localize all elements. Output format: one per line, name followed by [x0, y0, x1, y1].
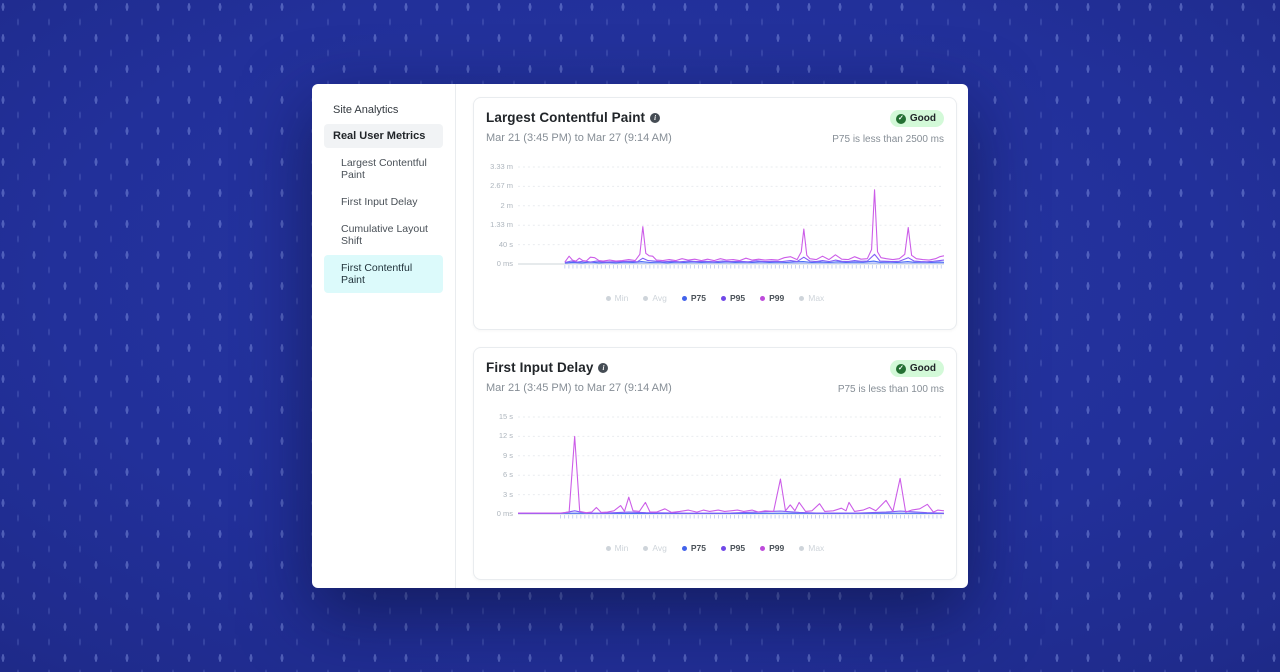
sidebar-item-real-user-metrics[interactable]: Real User Metrics — [324, 124, 443, 148]
legend-dot-icon — [606, 296, 611, 301]
legend-label: P75 — [691, 543, 706, 553]
card-title: Largest Contentful Paint — [486, 110, 645, 125]
card-title: First Input Delay — [486, 360, 593, 375]
legend-label: Avg — [652, 543, 667, 553]
info-icon[interactable]: i — [598, 363, 608, 373]
legend-label: Min — [615, 293, 629, 303]
y-axis-tick-label: 0 ms — [497, 509, 513, 518]
legend-dot-icon — [721, 296, 726, 301]
legend-dot-icon — [682, 546, 687, 551]
sidebar-item-first-input-delay[interactable]: First Input Delay — [324, 189, 443, 215]
series-line-p99 — [565, 190, 944, 262]
legend-label: Max — [808, 543, 824, 553]
legend-dot-icon — [643, 296, 648, 301]
y-axis-tick-label: 2 m — [500, 201, 513, 210]
legend-dot-icon — [760, 546, 765, 551]
sidebar-item-first-contentful-paint[interactable]: First Contentful Paint — [324, 255, 443, 293]
sidebar-section-title[interactable]: Site Analytics — [324, 98, 443, 124]
legend-label: P95 — [730, 293, 745, 303]
legend-item-avg[interactable]: Avg — [643, 543, 667, 553]
legend-dot-icon — [799, 296, 804, 301]
y-axis-labels: 0 ms3 s6 s9 s12 s15 s — [486, 416, 518, 521]
legend-label: P99 — [769, 293, 784, 303]
legend-item-p95[interactable]: P95 — [721, 293, 745, 303]
y-axis-labels: 0 ms40 s1.33 m2 m2.67 m3.33 m — [486, 166, 518, 271]
card-header: First Input Delay i Mar 21 (3:45 PM) to … — [486, 360, 944, 395]
legend-dot-icon — [799, 546, 804, 551]
sidebar-item-cumulative-layout-shift[interactable]: Cumulative Layout Shift — [324, 216, 443, 254]
legend-dot-icon — [760, 296, 765, 301]
legend-item-max[interactable]: Max — [799, 293, 824, 303]
status-badge: ✓ Good — [890, 110, 944, 127]
legend-label: P99 — [769, 543, 784, 553]
line-chart: 0 ms3 s6 s9 s12 s15 s — [486, 416, 944, 521]
card-header: Largest Contentful Paint i Mar 21 (3:45 … — [486, 110, 944, 145]
chart-legend: Min Avg P75 P95 P99 Max — [474, 293, 956, 303]
legend-item-p99[interactable]: P99 — [760, 543, 784, 553]
legend-item-min[interactable]: Min — [606, 543, 629, 553]
legend-item-p75[interactable]: P75 — [682, 293, 706, 303]
fid-chart-card: First Input Delay i Mar 21 (3:45 PM) to … — [473, 347, 957, 580]
date-range: Mar 21 (3:45 PM) to Mar 27 (9:14 AM) — [486, 382, 672, 394]
legend-item-max[interactable]: Max — [799, 543, 824, 553]
legend-label: Avg — [652, 293, 667, 303]
lcp-chart-card: Largest Contentful Paint i Mar 21 (3:45 … — [473, 97, 957, 330]
y-axis-tick-label: 3.33 m — [490, 162, 513, 171]
legend-label: P95 — [730, 543, 745, 553]
legend-dot-icon — [606, 546, 611, 551]
check-circle-icon: ✓ — [896, 114, 906, 124]
status-badge-label: Good — [910, 113, 936, 124]
y-axis-tick-label: 9 s — [503, 451, 513, 460]
y-axis-tick-label: 1.33 m — [490, 220, 513, 229]
chart-plot-area — [518, 166, 944, 271]
y-axis-tick-label: 3 s — [503, 490, 513, 499]
status-badge: ✓ Good — [890, 360, 944, 377]
legend-label: P75 — [691, 293, 706, 303]
y-axis-tick-label: 0 ms — [497, 259, 513, 268]
legend-item-p99[interactable]: P99 — [760, 293, 784, 303]
y-axis-tick-label: 12 s — [499, 431, 513, 440]
chart-legend: Min Avg P75 P95 P99 Max — [474, 543, 956, 553]
info-icon[interactable]: i — [650, 113, 660, 123]
y-axis-tick-label: 6 s — [503, 470, 513, 479]
y-axis-tick-label: 2.67 m — [490, 181, 513, 190]
legend-dot-icon — [682, 296, 687, 301]
check-circle-icon: ✓ — [896, 364, 906, 374]
sidebar: Site Analytics Real User Metrics Largest… — [312, 84, 456, 588]
legend-item-p75[interactable]: P75 — [682, 543, 706, 553]
y-axis-tick-label: 40 s — [499, 240, 513, 249]
main-content: Largest Contentful Paint i Mar 21 (3:45 … — [456, 84, 968, 588]
legend-item-min[interactable]: Min — [606, 293, 629, 303]
legend-item-p95[interactable]: P95 — [721, 543, 745, 553]
line-chart: 0 ms40 s1.33 m2 m2.67 m3.33 m — [486, 166, 944, 271]
legend-dot-icon — [643, 546, 648, 551]
analytics-panel: Site Analytics Real User Metrics Largest… — [312, 84, 968, 588]
legend-item-avg[interactable]: Avg — [643, 293, 667, 303]
threshold-note: P75 is less than 2500 ms — [832, 134, 944, 145]
legend-label: Min — [615, 543, 629, 553]
threshold-note: P75 is less than 100 ms — [838, 384, 944, 395]
y-axis-tick-label: 15 s — [499, 412, 513, 421]
sidebar-item-largest-contentful-paint[interactable]: Largest Contentful Paint — [324, 150, 443, 188]
status-badge-label: Good — [910, 363, 936, 374]
date-range: Mar 21 (3:45 PM) to Mar 27 (9:14 AM) — [486, 132, 672, 144]
legend-label: Max — [808, 293, 824, 303]
chart-plot-area — [518, 416, 944, 521]
legend-dot-icon — [721, 546, 726, 551]
